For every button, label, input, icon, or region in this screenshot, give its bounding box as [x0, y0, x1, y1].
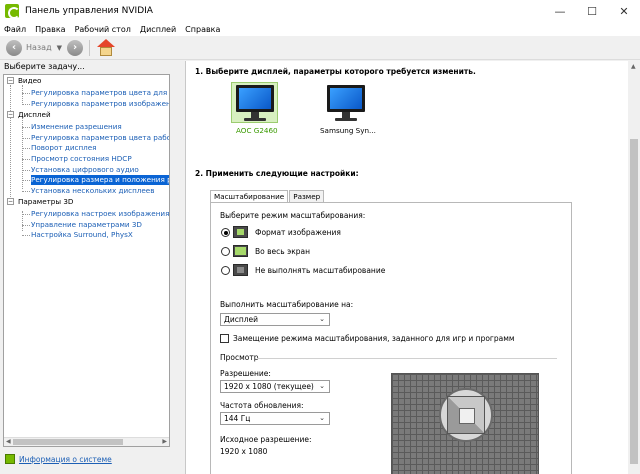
scroll-up-icon[interactable]: ▲ [631, 63, 636, 70]
content-vertical-scrollbar[interactable]: ▲ [628, 61, 640, 474]
toolbar-separator [89, 39, 90, 56]
back-button-label[interactable]: Назад [26, 43, 52, 52]
refresh-rate-select[interactable]: 144 Гц ⌄ [220, 412, 330, 425]
resolution-select[interactable]: 1920 x 1080 (текущее) ⌄ [220, 380, 330, 393]
scaling-tab-page: Выберите режим масштабирования: Формат и… [210, 202, 572, 474]
tree-category-display[interactable]: − Дисплей [4, 110, 51, 120]
refresh-rate-label: Частота обновления: [220, 401, 304, 410]
display-aoc[interactable] [232, 85, 278, 125]
history-dropdown-icon[interactable]: ▼ [57, 44, 62, 52]
tree-item-video-color[interactable]: Регулировка параметров цвета для вид [31, 88, 169, 98]
step2-title: 2. Применить следующие настройки: [195, 169, 359, 178]
panel-splitter[interactable] [171, 60, 185, 474]
tree-item-desktop-color[interactable]: Регулировка параметров цвета рабочег [31, 133, 169, 143]
tree-item-change-resolution[interactable]: Изменение разрешения [31, 122, 122, 132]
system-info[interactable]: Информация о системе [5, 454, 112, 464]
scroll-left-icon[interactable]: ◀ [6, 438, 11, 445]
step1-title: 1. Выберите дисплей, параметры которого … [195, 67, 476, 76]
tree-item-multiple-displays[interactable]: Установка нескольких дисплеев [31, 186, 154, 196]
resolution-label: Разрешение: [220, 369, 271, 378]
menu-display[interactable]: Дисплей [140, 25, 176, 34]
preview-pattern [447, 396, 485, 434]
menu-bar: Файл Правка Рабочий стол Дисплей Справка [0, 22, 640, 36]
radio-no-scaling[interactable] [221, 266, 230, 275]
display-samsung-label[interactable]: Samsung Syn... [320, 126, 376, 135]
collapse-icon[interactable]: − [7, 77, 14, 84]
category-label: Дисплей [18, 110, 51, 119]
perform-on-value: Дисплей [224, 315, 259, 324]
collapse-icon[interactable]: − [7, 198, 14, 205]
scaling-preview [391, 373, 539, 474]
radio-aspect-ratio[interactable] [221, 228, 230, 237]
system-info-icon [5, 454, 15, 464]
title-bar: Панель управления NVIDIA — ☐ ✕ [0, 0, 640, 22]
tree-item-digital-audio[interactable]: Установка цифрового аудио [31, 165, 139, 175]
category-label: Видео [18, 76, 42, 85]
tree-horizontal-scrollbar[interactable]: ◀ ▶ [4, 437, 169, 446]
menu-desktop[interactable]: Рабочий стол [75, 25, 131, 34]
display-aoc-label[interactable]: AOC G2460 [236, 126, 278, 135]
tree-category-video[interactable]: − Видео [4, 76, 41, 86]
override-scaling-checkbox[interactable] [220, 334, 229, 343]
menu-edit[interactable]: Правка [35, 25, 65, 34]
preview-group-title: Просмотр [220, 353, 259, 362]
aspect-ratio-icon [233, 226, 248, 238]
scrollbar-thumb[interactable] [13, 439, 123, 445]
close-button[interactable]: ✕ [608, 0, 640, 22]
collapse-icon[interactable]: − [7, 111, 14, 118]
nvidia-logo-icon [5, 4, 20, 19]
scaling-mode-label: Выберите режим масштабирования: [220, 211, 366, 220]
category-label: Параметры 3D [18, 197, 74, 206]
perform-on-label: Выполнить масштабирование на: [220, 300, 354, 309]
tree-item-3d-image-settings[interactable]: Регулировка настроек изображения с пр [31, 209, 169, 219]
chevron-down-icon: ⌄ [319, 315, 325, 323]
home-icon[interactable] [96, 38, 116, 58]
system-info-link[interactable]: Информация о системе [19, 455, 112, 464]
source-resolution-label: Исходное разрешение: [220, 435, 312, 444]
tree-item-desktop-size-position[interactable]: Регулировка размера и положения рабо [31, 175, 169, 185]
preview-group-divider [257, 358, 557, 359]
tree-item-video-image[interactable]: Регулировка параметров изображения д [31, 99, 169, 109]
window-title: Панель управления NVIDIA [25, 6, 153, 16]
tree-item-manage-3d[interactable]: Управление параметрами 3D [31, 220, 142, 230]
scroll-right-icon[interactable]: ▶ [162, 438, 167, 445]
display-samsung[interactable] [323, 85, 369, 125]
resolution-value: 1920 x 1080 (текущее) [224, 382, 314, 391]
content-panel: 1. Выберите дисплей, параметры которого … [185, 61, 628, 474]
menu-file[interactable]: Файл [4, 25, 26, 34]
minimize-button[interactable]: — [544, 0, 576, 22]
option-aspect-ratio-label[interactable]: Формат изображения [255, 228, 341, 237]
override-scaling-label[interactable]: Замещение режима масштабирования, заданн… [233, 334, 515, 343]
chevron-down-icon: ⌄ [319, 414, 325, 422]
menu-help[interactable]: Справка [185, 25, 220, 34]
refresh-rate-value: 144 Гц [224, 414, 251, 423]
option-no-scaling-label[interactable]: Не выполнять масштабирование [255, 266, 385, 275]
tree-category-3d[interactable]: − Параметры 3D [4, 197, 73, 207]
arrow-right-icon[interactable]: › [67, 39, 83, 56]
window-controls: — ☐ ✕ [544, 0, 640, 22]
task-panel-header: Выберите задачу... [4, 62, 85, 71]
no-scaling-icon [233, 264, 248, 276]
chevron-down-icon: ⌄ [319, 382, 325, 390]
tree-item-surround-physx[interactable]: Настройка Surround, PhysX [31, 230, 133, 240]
toolbar: ‹ Назад ▼ › [0, 36, 640, 60]
source-resolution-value: 1920 x 1080 [220, 447, 268, 456]
option-full-screen-label[interactable]: Во весь экран [255, 247, 310, 256]
full-screen-icon [233, 245, 248, 257]
tree-item-hdcp-status[interactable]: Просмотр состояния HDCP [31, 154, 132, 164]
scrollbar-thumb[interactable] [630, 139, 638, 464]
arrow-left-icon[interactable]: ‹ [6, 39, 22, 56]
perform-on-select[interactable]: Дисплей ⌄ [220, 313, 330, 326]
task-tree: − Видео Регулировка параметров цвета для… [3, 74, 170, 447]
maximize-button[interactable]: ☐ [576, 0, 608, 22]
tree-item-rotate-display[interactable]: Поворот дисплея [31, 143, 97, 153]
radio-full-screen[interactable] [221, 247, 230, 256]
